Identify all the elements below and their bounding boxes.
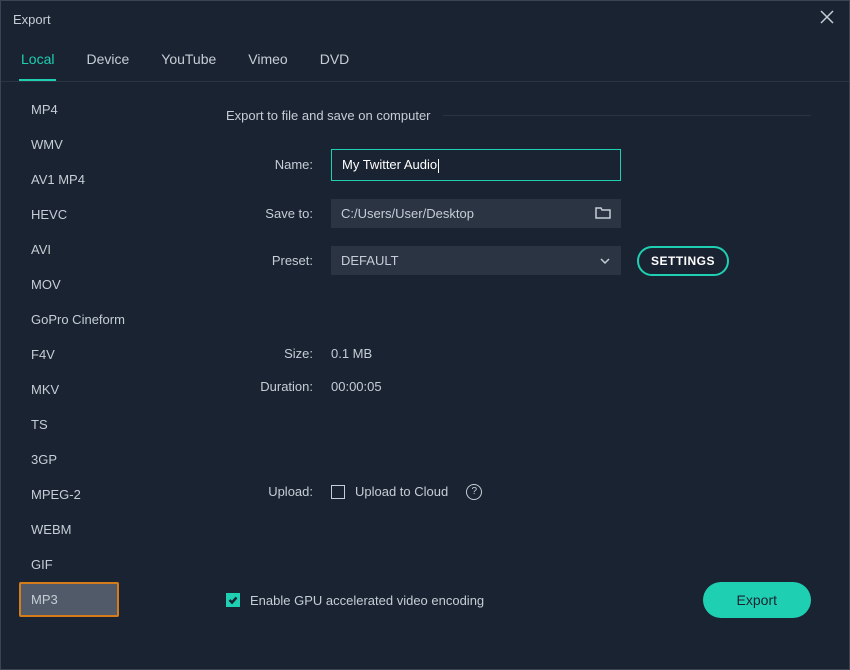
- tab-youtube[interactable]: YouTube: [159, 45, 218, 81]
- size-value: 0.1 MB: [331, 346, 372, 361]
- gpu-label: Enable GPU accelerated video encoding: [250, 593, 484, 608]
- preset-value: DEFAULT: [341, 253, 399, 268]
- main-panel: Export to file and save on computer Name…: [196, 82, 849, 642]
- format-sidebar: MP4 WMV AV1 MP4 HEVC AVI MOV GoPro Cinef…: [1, 82, 196, 642]
- help-icon[interactable]: ?: [466, 484, 482, 500]
- tab-bar: Local Device YouTube Vimeo DVD: [1, 37, 849, 82]
- format-mov[interactable]: MOV: [19, 267, 186, 302]
- chevron-down-icon: [599, 255, 611, 267]
- footer: Enable GPU accelerated video encoding Ex…: [196, 564, 849, 642]
- name-label: Name:: [226, 157, 331, 172]
- name-input[interactable]: My Twitter Audio: [331, 149, 621, 181]
- format-mpeg2[interactable]: MPEG-2: [19, 477, 186, 512]
- format-mp3[interactable]: MP3: [19, 582, 119, 617]
- tab-device[interactable]: Device: [84, 45, 131, 81]
- export-button[interactable]: Export: [703, 582, 811, 618]
- size-label: Size:: [226, 346, 331, 361]
- save-to-field[interactable]: C:/Users/User/Desktop: [331, 199, 621, 228]
- upload-cloud-label: Upload to Cloud: [355, 484, 448, 499]
- format-gif[interactable]: GIF: [19, 547, 186, 582]
- divider: [443, 115, 811, 116]
- settings-button[interactable]: SETTINGS: [637, 246, 729, 276]
- section-header: Export to file and save on computer: [226, 108, 811, 123]
- format-3gp[interactable]: 3GP: [19, 442, 186, 477]
- preset-select[interactable]: DEFAULT: [331, 246, 621, 275]
- format-av1-mp4[interactable]: AV1 MP4: [19, 162, 186, 197]
- tab-vimeo[interactable]: Vimeo: [246, 45, 289, 81]
- close-icon: [820, 10, 834, 29]
- format-f4v[interactable]: F4V: [19, 337, 186, 372]
- format-wmv[interactable]: WMV: [19, 127, 186, 162]
- window-title: Export: [13, 12, 51, 27]
- tab-dvd[interactable]: DVD: [318, 45, 352, 81]
- format-ts[interactable]: TS: [19, 407, 186, 442]
- close-button[interactable]: [817, 9, 837, 29]
- preset-label: Preset:: [226, 253, 331, 268]
- format-gopro[interactable]: GoPro Cineform: [19, 302, 186, 337]
- format-mkv[interactable]: MKV: [19, 372, 186, 407]
- format-hevc[interactable]: HEVC: [19, 197, 186, 232]
- titlebar: Export: [1, 1, 849, 37]
- section-header-text: Export to file and save on computer: [226, 108, 431, 123]
- format-avi[interactable]: AVI: [19, 232, 186, 267]
- duration-label: Duration:: [226, 379, 331, 394]
- upload-label: Upload:: [226, 484, 331, 499]
- gpu-checkbox[interactable]: [226, 593, 240, 607]
- save-to-label: Save to:: [226, 206, 331, 221]
- save-to-value: C:/Users/User/Desktop: [341, 206, 474, 221]
- format-mp4[interactable]: MP4: [19, 92, 186, 127]
- format-webm[interactable]: WEBM: [19, 512, 186, 547]
- duration-value: 00:00:05: [331, 379, 382, 394]
- tab-local[interactable]: Local: [19, 45, 56, 81]
- folder-icon[interactable]: [595, 206, 611, 220]
- upload-cloud-checkbox[interactable]: [331, 485, 345, 499]
